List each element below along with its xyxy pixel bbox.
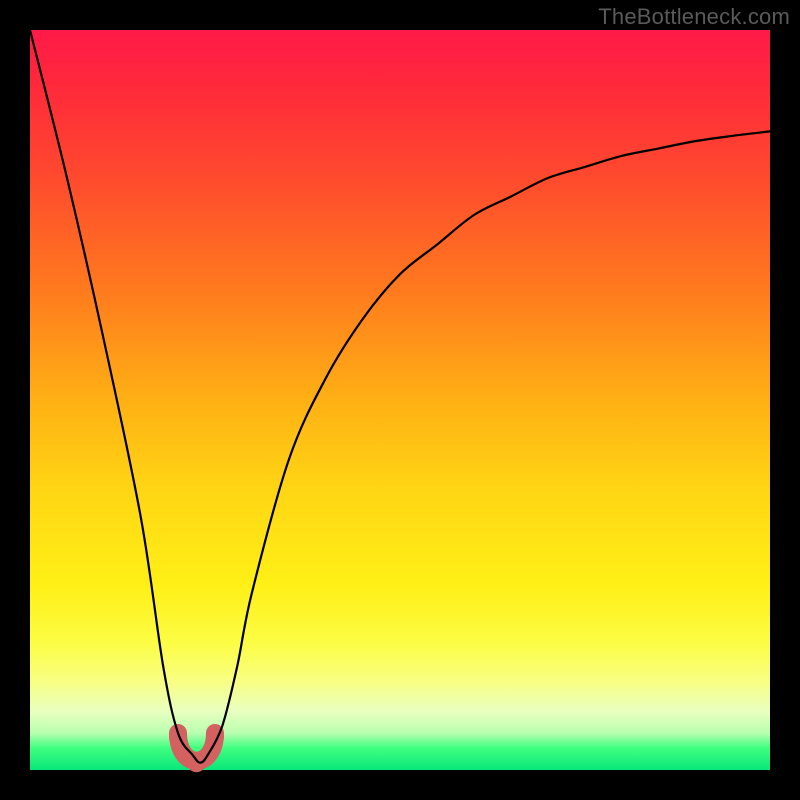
chart-plot-area: [30, 30, 770, 770]
chart-svg: [30, 30, 770, 770]
chart-frame: TheBottleneck.com: [0, 0, 800, 800]
bottleneck-curve: [30, 30, 770, 763]
valley-blob: [169, 728, 224, 772]
watermark-text: TheBottleneck.com: [598, 4, 790, 30]
